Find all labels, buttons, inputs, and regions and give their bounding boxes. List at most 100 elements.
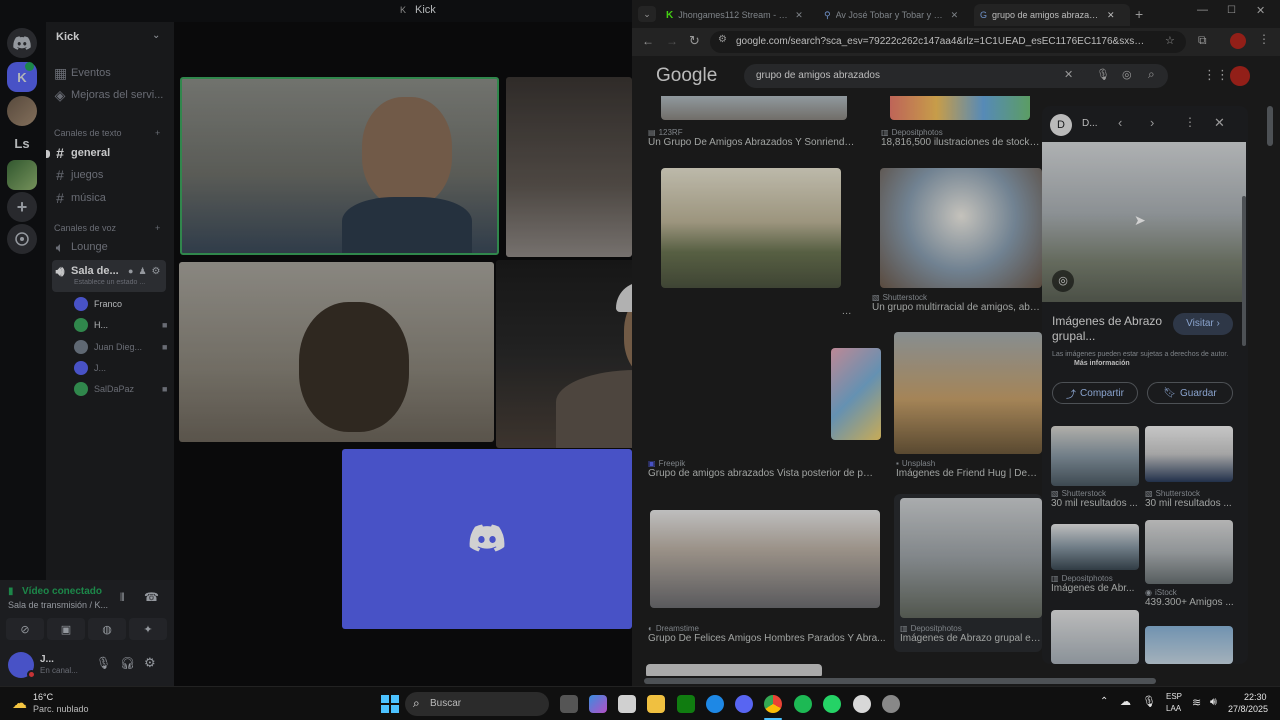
invite-icon[interactable]: ♟ [138,266,146,277]
forward-icon[interactable]: → [666,34,678,48]
close-icon[interactable]: ✕ [1107,10,1115,21]
related-thumbnail[interactable] [1051,524,1139,570]
search-icon[interactable]: ⌕ [1148,67,1155,82]
weather-temp[interactable]: 16°C [33,692,53,702]
headphones-icon[interactable]: 🎧︎ [120,656,135,670]
voice-user[interactable]: Franco [74,295,184,313]
page-scrollbar-thumb[interactable] [1267,106,1273,146]
server-image[interactable] [7,160,37,190]
result-thumbnail[interactable] [831,348,881,440]
voice-channel-sala[interactable]: 🔊︎ Sala de... ● ♟ ⚙ [54,261,170,281]
apps-grid-icon[interactable]: ⋮⋮ [1203,67,1229,83]
explore-icon[interactable] [7,224,37,254]
tab-maps[interactable]: ⚲Av José Tobar y Tobar y Gabrie...✕ [818,4,974,26]
related-thumbnail[interactable] [1051,426,1139,486]
result-card[interactable]: ▣ Freepik Grupo de amigos abrazados Vista… [648,459,878,479]
clear-icon[interactable]: ✕ [1064,68,1073,81]
result-thumbnail[interactable] [661,96,847,120]
bookmark-star-icon[interactable]: ☆ [1165,34,1175,47]
windows-start-icon[interactable] [381,695,399,713]
voice-channel-lounge[interactable]: 🔈︎ Lounge [54,237,170,257]
close-icon[interactable]: ✕ [1214,115,1225,131]
voice-user[interactable]: H... ■ [74,316,184,334]
panel-scrollbar[interactable] [1242,196,1246,346]
result-thumbnail[interactable] [894,332,1042,454]
related-card[interactable]: ▧ Shutterstock 30 mil resultados ... [1051,489,1141,509]
lens-search-icon[interactable]: ◎ [1052,270,1074,292]
result-thumbnail[interactable] [661,168,841,288]
address-bar[interactable]: ⚙ google.com/search?sca_esv=79222c262c14… [710,31,1186,53]
related-thumbnail[interactable] [1145,626,1233,664]
video-tile-avatar[interactable] [342,449,632,629]
google-logo[interactable]: Google [656,65,717,87]
chevron-down-icon[interactable]: ⌄ [152,30,160,41]
more-info-link[interactable]: Más información [1074,360,1130,367]
voice-status[interactable]: Establece un estado ... [74,279,164,286]
taskbar-search[interactable]: ⌕ Buscar [405,692,549,716]
profile-avatar[interactable] [1230,66,1250,86]
spotify-icon[interactable] [794,695,812,713]
save-button[interactable]: 🔖︎ Guardar [1147,382,1233,404]
discord-taskbar-icon[interactable] [735,695,753,713]
back-icon[interactable]: ← [642,34,654,48]
video-tile-speaking[interactable] [180,77,499,255]
channel-musica[interactable]: # música [54,188,170,208]
copilot-icon[interactable] [589,695,607,713]
server-avatar[interactable] [7,96,37,126]
soundboard-button[interactable]: ✦ [129,618,167,640]
channel-juegos[interactable]: # juegos [54,165,170,185]
close-icon[interactable]: ✕ [951,10,959,21]
gear-icon[interactable]: ⚙ [152,266,161,277]
result-card[interactable]: ▧ Shutterstock Un grupo multirracial de a… [872,293,1042,313]
result-card[interactable]: ▥ Depositphotos Imágenes de Abrazo grupal… [900,624,1042,644]
weather-icon[interactable]: ☁ [12,694,27,712]
store-icon[interactable] [618,695,636,713]
voice-user[interactable]: Juan Dieg... ■ [74,338,184,356]
tab-search-icon[interactable]: ⌄ [638,6,656,22]
related-card[interactable]: ◉ iStock 439.300+ Amigos ... [1145,588,1235,608]
video-tile[interactable] [506,77,632,257]
nav-boosts[interactable]: ◈ Mejoras del servi... [54,85,170,105]
related-card[interactable]: ▧ Shutterstock 30 mil resultados ... [1145,489,1235,509]
clock-date[interactable]: 27/8/2025 [1228,704,1268,714]
add-channel-icon[interactable]: + [155,128,160,138]
text-channels-header[interactable]: Canales de texto + [54,123,170,143]
file-explorer-icon[interactable] [647,695,665,713]
previous-icon[interactable]: ‹ [1118,115,1122,130]
page-scrollbar-track[interactable] [1266,106,1274,674]
tab-google-active[interactable]: Ggrupo de amigos abrazados - G...✕ [974,4,1130,26]
microphone-icon[interactable]: 🎙︎ [96,656,111,670]
chrome-taskbar-icon[interactable] [764,695,782,713]
tray-chevron-icon[interactable]: ⌃ [1100,696,1108,707]
disconnect-icon[interactable]: ☎ [144,590,159,604]
edge-icon[interactable] [706,695,724,713]
preview-image[interactable]: ◎ ➤ [1042,142,1246,302]
video-tile[interactable] [179,262,494,442]
close-icon[interactable]: ✕ [795,10,803,21]
microphone-icon[interactable]: 🎙︎ [1096,68,1110,81]
nav-events[interactable]: ▦ Eventos [54,63,170,83]
related-thumbnail[interactable] [1145,426,1233,482]
related-thumbnail[interactable] [1051,610,1139,664]
preview-title[interactable]: Imágenes de Abrazo grupal... [1052,314,1172,344]
result-thumbnail[interactable] [650,510,880,608]
result-thumbnail[interactable] [880,168,1042,288]
settings-icon[interactable]: ⚙ [144,655,156,671]
new-tab-icon[interactable]: + [1135,6,1143,22]
horizontal-scrollbar[interactable] [644,678,1156,684]
connection-status[interactable]: Vídeo conectado [22,586,102,597]
search-box[interactable]: grupo de amigos abrazados ✕ 🎙︎ ◎ ⌕ [744,64,1168,88]
next-icon[interactable]: › [1150,115,1154,130]
add-channel-icon[interactable]: + [155,223,160,233]
result-card[interactable]: ▤ 123RF Un Grupo De Amigos Abrazados Y So… [648,128,858,148]
language-code[interactable]: ESP [1166,692,1182,701]
result-card[interactable]: ▥ Depositphotos 18,816,500 ilustraciones … [881,128,1041,148]
cloud-icon[interactable]: ☁ [1120,695,1131,708]
activities-button[interactable]: ◍ [88,618,126,640]
result-card[interactable]: ▪ Unsplash Imágenes de Friend Hug | Desca… [896,459,1042,479]
lens-icon[interactable]: ◎ [1122,68,1132,81]
more-options-icon[interactable]: ⋮ [1184,115,1196,129]
site-info-icon[interactable]: ⚙ [718,34,727,45]
xbox-icon[interactable] [677,695,695,713]
maximize-icon[interactable]: ☐ [1227,5,1236,16]
